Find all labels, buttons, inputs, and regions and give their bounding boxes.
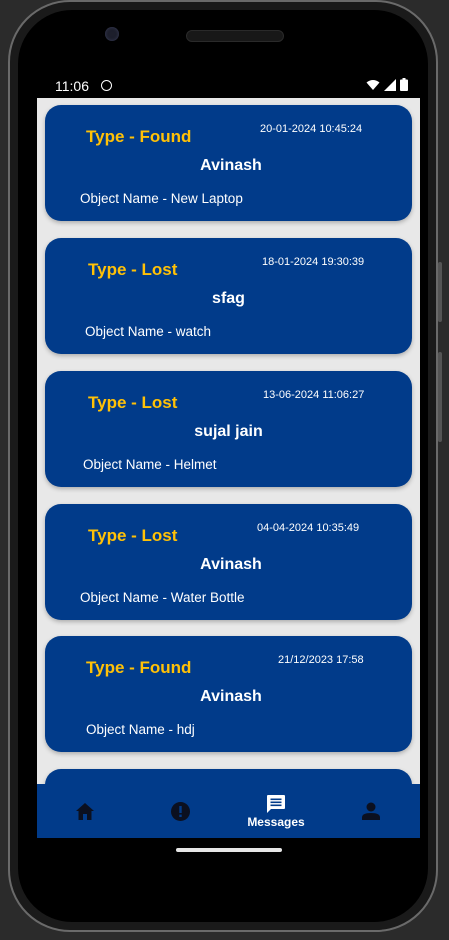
nav-messages[interactable]: Messages: [236, 784, 316, 838]
card-type: Type - Found: [86, 127, 192, 146]
card-type: Type - Lost: [88, 526, 178, 545]
message-card[interactable]: Type - Found 21/12/2023 17:58 Avinash Ob…: [45, 636, 412, 752]
message-card[interactable]: [45, 769, 412, 784]
nav-messages-label: Messages: [247, 814, 305, 829]
screen: 11:06 Type - Found 20-01-2024 10:45:24 A…: [37, 70, 420, 838]
signal-icon: [384, 78, 396, 91]
card-object: Object Name - New Laptop: [80, 191, 243, 206]
card-date: 13-06-2024 11:06:27: [263, 389, 365, 401]
status-time: 11:06: [55, 78, 89, 94]
card-date: 18-01-2024 19:30:39: [262, 256, 365, 268]
nav-home[interactable]: [65, 784, 105, 838]
card-user: Avinash: [200, 688, 262, 705]
card-date: 20-01-2024 10:45:24: [260, 123, 363, 135]
front-camera: [105, 27, 119, 41]
nav-alerts[interactable]: [160, 784, 200, 838]
card-type: Type - Lost: [88, 393, 178, 412]
card-date: 21/12/2023 17:58: [278, 654, 364, 666]
card-date: 04-04-2024 10:35:49: [257, 522, 360, 534]
message-icon: [267, 794, 285, 813]
card-object: Object Name - Helmet: [83, 457, 217, 472]
home-icon: [76, 802, 94, 820]
card-user: sfag: [212, 290, 245, 307]
nav-profile[interactable]: [351, 784, 391, 838]
card-type: Type - Lost: [88, 260, 178, 279]
card-object: Object Name - hdj: [86, 722, 195, 737]
bottom-navigation: Messages: [37, 784, 420, 838]
sync-icon: [101, 80, 112, 91]
person-icon: [362, 802, 380, 820]
message-card[interactable]: Type - Lost 04-04-2024 10:35:49 Avinash …: [45, 504, 412, 620]
card-user: Avinash: [200, 556, 262, 573]
battery-icon: [400, 78, 408, 91]
card-object: Object Name - Water Bottle: [80, 590, 245, 605]
card-user: Avinash: [200, 157, 262, 174]
status-icons: [366, 78, 408, 91]
home-indicator[interactable]: [176, 848, 282, 852]
volume-button: [438, 352, 442, 442]
card-user: sujal jain: [194, 423, 263, 440]
message-card[interactable]: Type - Lost 13-06-2024 11:06:27 sujal ja…: [45, 371, 412, 487]
wifi-icon: [366, 79, 380, 90]
card-type: Type - Found: [86, 658, 192, 677]
message-card[interactable]: Type - Lost 18-01-2024 19:30:39 sfag Obj…: [45, 238, 412, 354]
messages-list[interactable]: Type - Found 20-01-2024 10:45:24 Avinash…: [37, 98, 420, 784]
message-card[interactable]: Type - Found 20-01-2024 10:45:24 Avinash…: [45, 105, 412, 221]
earpiece-speaker: [186, 30, 284, 42]
power-button: [438, 262, 442, 322]
card-object: Object Name - watch: [85, 324, 212, 339]
status-bar: 11:06: [37, 70, 420, 98]
alert-icon: [170, 801, 190, 821]
